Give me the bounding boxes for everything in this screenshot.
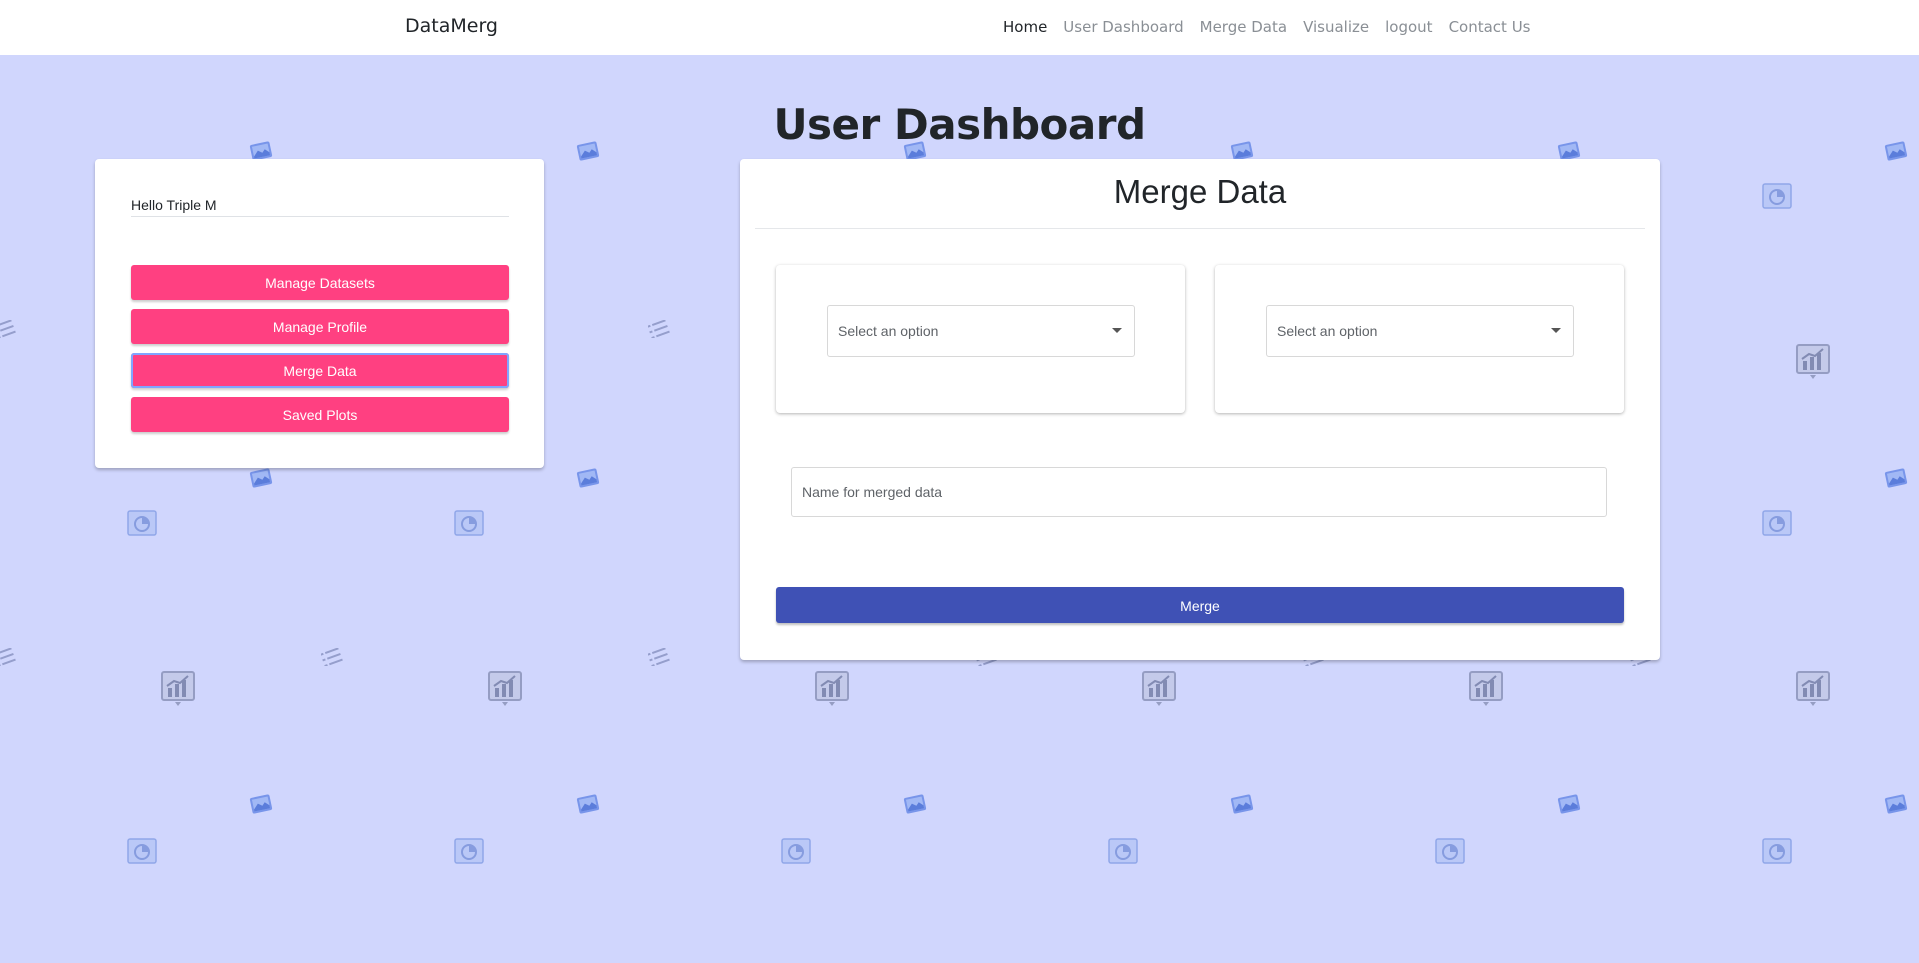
image-icon [576,793,600,820]
list-icon [0,647,16,671]
dataset-select-2[interactable]: Select an option [1266,305,1574,357]
page-title: User Dashboard [773,100,1146,149]
bar-chart-icon [1468,670,1504,713]
manage-datasets-button[interactable]: Manage Datasets [131,265,509,300]
dataset-select-panel-2: Select an option [1215,265,1624,413]
pie-chart-icon [780,836,812,871]
dataset-select-2-value: Select an option [1277,323,1378,339]
merge-data-button[interactable]: Merge Data [131,353,509,388]
bar-chart-icon [487,670,523,713]
image-icon [903,793,927,820]
list-icon [0,319,16,343]
nav-user-dashboard[interactable]: User Dashboard [1063,18,1183,36]
nav-links: Home User Dashboard Merge Data Visualize… [1003,18,1530,36]
list-icon [320,647,343,671]
pie-chart-icon [1434,836,1466,871]
pie-chart-icon [453,508,485,543]
list-icon [647,319,670,343]
saved-plots-button[interactable]: Saved Plots [131,397,509,432]
dataset-select-1[interactable]: Select an option [827,305,1135,357]
navbar: DataMerg Home User Dashboard Merge Data … [0,0,1919,55]
nav-visualize[interactable]: Visualize [1303,18,1369,36]
image-icon [1884,467,1908,494]
nav-logout[interactable]: logout [1385,18,1432,36]
title-divider [755,228,1645,229]
pie-chart-icon [1761,836,1793,871]
dataset-select-panel-1: Select an option [776,265,1185,413]
chevron-down-icon [1112,328,1122,333]
image-icon [1230,793,1254,820]
pie-chart-icon [1107,836,1139,871]
nav-contact-us[interactable]: Contact Us [1449,18,1531,36]
merge-button[interactable]: Merge [776,587,1624,623]
nav-merge-data[interactable]: Merge Data [1200,18,1287,36]
image-icon [249,467,273,494]
pie-chart-icon [453,836,485,871]
bar-chart-icon [160,670,196,713]
pie-chart-icon [1761,181,1793,216]
merge-card: Merge Data Select an option Select an op… [740,159,1660,660]
dataset-select-1-value: Select an option [838,323,939,339]
image-icon [249,793,273,820]
merged-name-input[interactable] [791,467,1607,517]
image-icon [576,467,600,494]
bar-chart-icon [1795,670,1831,713]
user-greeting: Hello Triple M [131,197,509,217]
bar-chart-icon [1141,670,1177,713]
bar-chart-icon [1795,343,1831,386]
pie-chart-icon [1761,508,1793,543]
list-icon [647,647,670,671]
sidebar-card: Hello Triple M Manage Datasets Manage Pr… [95,159,544,468]
image-icon [1557,793,1581,820]
pie-chart-icon [126,508,158,543]
bar-chart-icon [814,670,850,713]
pie-chart-icon [126,836,158,871]
manage-profile-button[interactable]: Manage Profile [131,309,509,344]
nav-home[interactable]: Home [1003,18,1047,36]
brand-logo[interactable]: DataMerg [405,15,498,37]
merge-card-title: Merge Data [1113,173,1287,210]
chevron-down-icon [1551,328,1561,333]
image-icon [1884,793,1908,820]
